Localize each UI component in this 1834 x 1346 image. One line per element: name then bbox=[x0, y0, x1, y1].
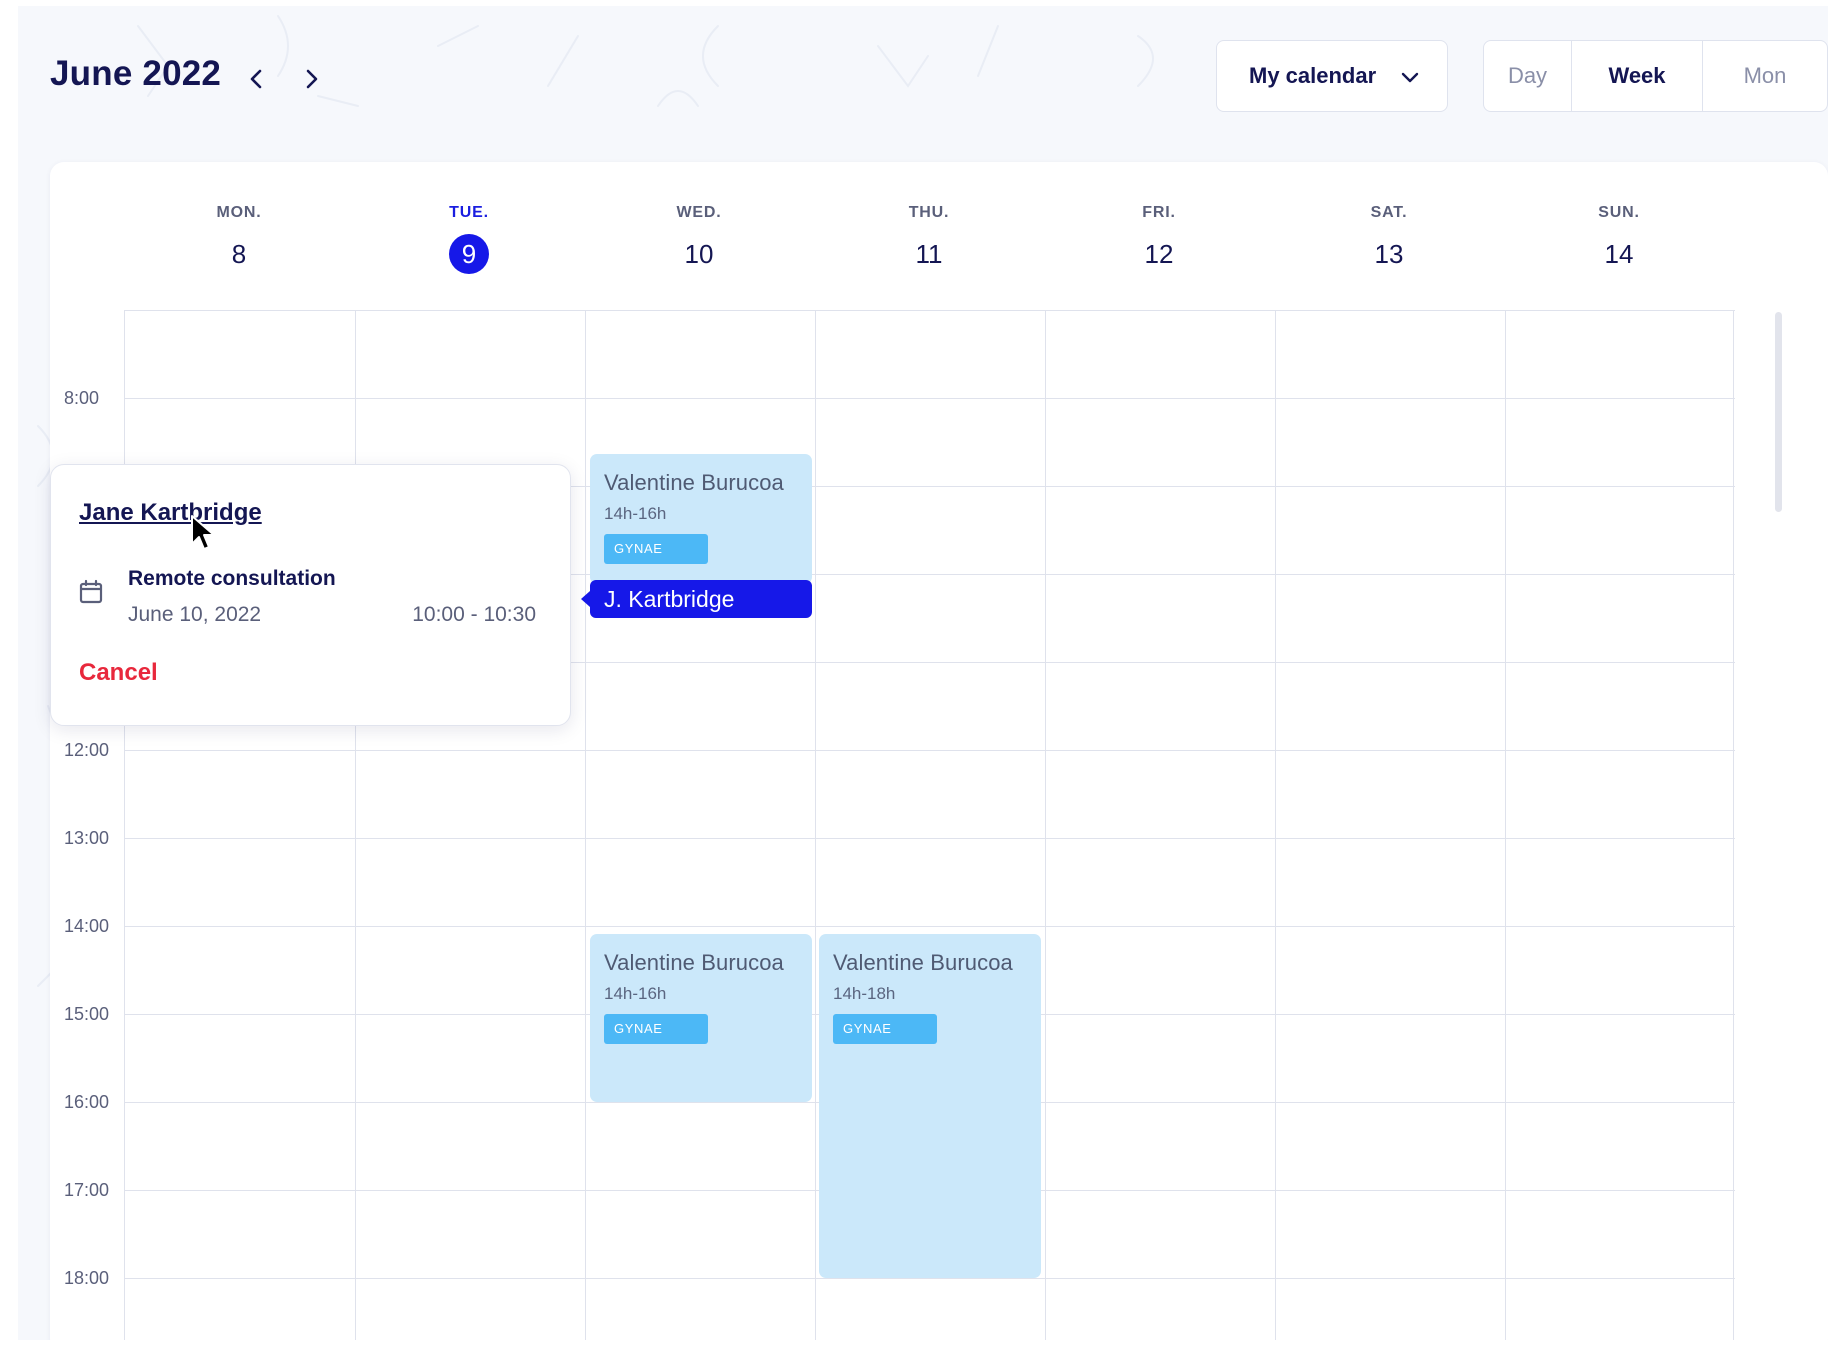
time-label: 15:00 bbox=[64, 1004, 110, 1024]
event-card-wed-afternoon[interactable]: Valentine Burucoa 14h-16h GYNAE bbox=[590, 934, 812, 1102]
grid-column-line bbox=[1505, 311, 1506, 1340]
today-badge: 9 bbox=[449, 234, 489, 274]
day-number: 12 bbox=[1144, 239, 1174, 269]
calendar-select-value: My calendar bbox=[1249, 63, 1377, 88]
day-number: 11 bbox=[915, 239, 943, 269]
event-title: Valentine Burucoa bbox=[833, 950, 1013, 975]
appointment-event[interactable]: J. Kartbridge bbox=[581, 580, 812, 618]
day-name: THU. bbox=[908, 204, 950, 221]
appointment-popover: Jane Kartbridge Remote consultation June… bbox=[50, 464, 571, 726]
event-card-wed-morning[interactable]: Valentine Burucoa 14h-16h GYNAE bbox=[590, 454, 812, 584]
grid-column-line bbox=[585, 311, 586, 1340]
day-header-wed[interactable]: WED. 10 bbox=[584, 204, 814, 274]
consultation-type: Remote consultation bbox=[128, 567, 336, 590]
day-number: 8 bbox=[231, 239, 247, 269]
mouse-pointer-icon bbox=[191, 515, 215, 550]
calendar-icon bbox=[79, 579, 103, 604]
view-day-button[interactable]: Day bbox=[1484, 41, 1572, 111]
day-name: MON. bbox=[216, 204, 262, 221]
view-switcher: Day Week Mon bbox=[1483, 40, 1828, 112]
day-name: SAT. bbox=[1370, 204, 1408, 221]
calendar-select[interactable]: My calendar bbox=[1216, 40, 1448, 112]
time-label: 16:00 bbox=[64, 1092, 110, 1112]
grid-column-line bbox=[815, 311, 816, 1340]
day-header-thu[interactable]: THU. 11 bbox=[814, 204, 1044, 274]
day-number: 10 bbox=[684, 239, 714, 269]
event-time: 14h-16h bbox=[604, 504, 667, 523]
event-title: Valentine Burucoa bbox=[604, 470, 784, 495]
time-label: 13:00 bbox=[64, 828, 110, 848]
grid-column-line bbox=[1275, 311, 1276, 1340]
event-tag: GYNAE bbox=[604, 1014, 708, 1044]
time-label: 17:00 bbox=[64, 1180, 110, 1200]
day-header-tue[interactable]: TUE. 9 bbox=[354, 204, 584, 274]
grid-row-line bbox=[125, 838, 1735, 839]
view-month-button[interactable]: Mon bbox=[1703, 41, 1827, 111]
time-label: 12:00 bbox=[64, 740, 110, 760]
grid-column-line bbox=[1733, 311, 1734, 1340]
calendar-card: MON. 8 TUE. 9 WED. 10 THU. 11 FRI. 12 SA… bbox=[50, 162, 1828, 1340]
grid-row-line bbox=[125, 398, 1735, 399]
grid-row-line bbox=[125, 750, 1735, 751]
grid-row-line bbox=[125, 1278, 1735, 1279]
appointment-hours: 10:00 - 10:30 bbox=[412, 603, 536, 626]
event-tag: GYNAE bbox=[833, 1014, 937, 1044]
month-title: June 2022 bbox=[50, 54, 222, 93]
day-header-sat[interactable]: SAT. 13 bbox=[1274, 204, 1504, 274]
chevron-down-icon bbox=[1401, 72, 1419, 83]
event-card-thu-afternoon[interactable]: Valentine Burucoa 14h-18h GYNAE bbox=[819, 934, 1041, 1278]
day-name: SUN. bbox=[1598, 204, 1640, 221]
grid-row-line bbox=[125, 926, 1735, 927]
day-header-mon[interactable]: MON. 8 bbox=[124, 204, 354, 274]
event-tag: GYNAE bbox=[604, 534, 708, 564]
day-name: WED. bbox=[676, 204, 722, 221]
cancel-button[interactable]: Cancel bbox=[79, 659, 158, 687]
appointment-date: June 10, 2022 bbox=[128, 603, 262, 626]
day-header-sun[interactable]: SUN. 14 bbox=[1504, 204, 1734, 274]
time-label: 18:00 bbox=[64, 1268, 110, 1288]
time-label: 8:00 bbox=[64, 388, 100, 408]
day-name: FRI. bbox=[1142, 204, 1176, 221]
day-header-fri[interactable]: FRI. 12 bbox=[1044, 204, 1274, 274]
event-time: 14h-16h bbox=[604, 984, 667, 1003]
chevron-right-icon[interactable] bbox=[296, 64, 326, 94]
chevron-left-icon[interactable] bbox=[242, 64, 272, 94]
event-title: Valentine Burucoa bbox=[604, 950, 784, 975]
day-number: 14 bbox=[1604, 239, 1634, 269]
view-week-button[interactable]: Week bbox=[1572, 41, 1703, 111]
grid-column-line bbox=[1045, 311, 1046, 1340]
day-name: TUE. bbox=[449, 204, 489, 221]
event-time: 14h-18h bbox=[833, 984, 896, 1003]
day-number: 13 bbox=[1374, 239, 1404, 269]
patient-name-link[interactable]: Jane Kartbridge bbox=[79, 499, 262, 527]
time-label: 14:00 bbox=[64, 916, 110, 936]
grid-scrollbar[interactable] bbox=[1775, 312, 1782, 512]
